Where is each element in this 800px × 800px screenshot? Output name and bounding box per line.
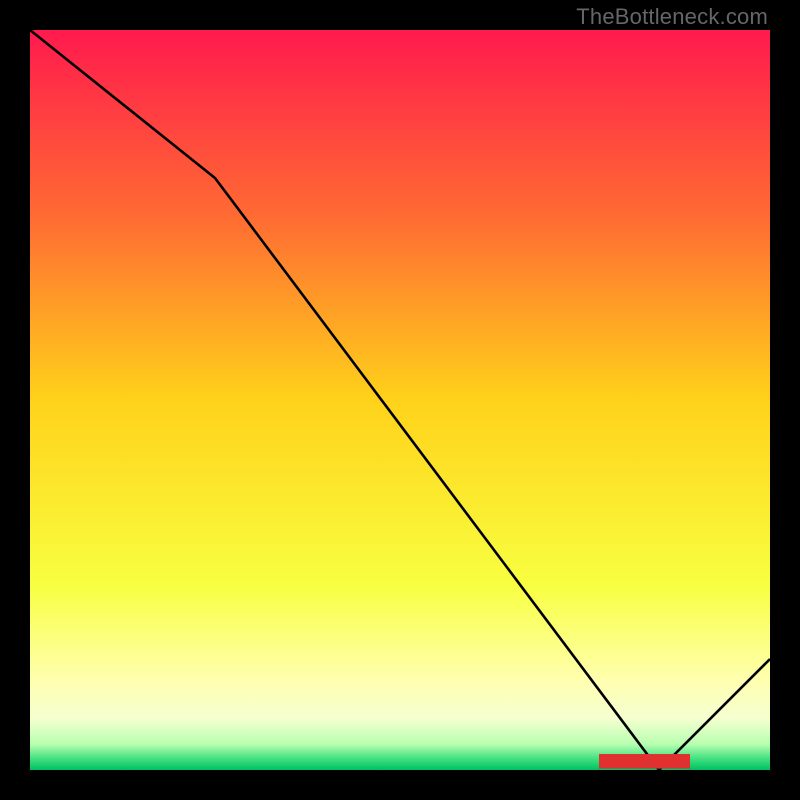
plot-svg [30,30,770,770]
watermark-text: TheBottleneck.com [576,4,768,30]
optimum-marker: ████████████ [599,754,689,768]
plot-area: ████████████ [30,30,770,770]
gradient-background [30,30,770,770]
chart-frame: TheBottleneck.com ████████████ [0,0,800,800]
